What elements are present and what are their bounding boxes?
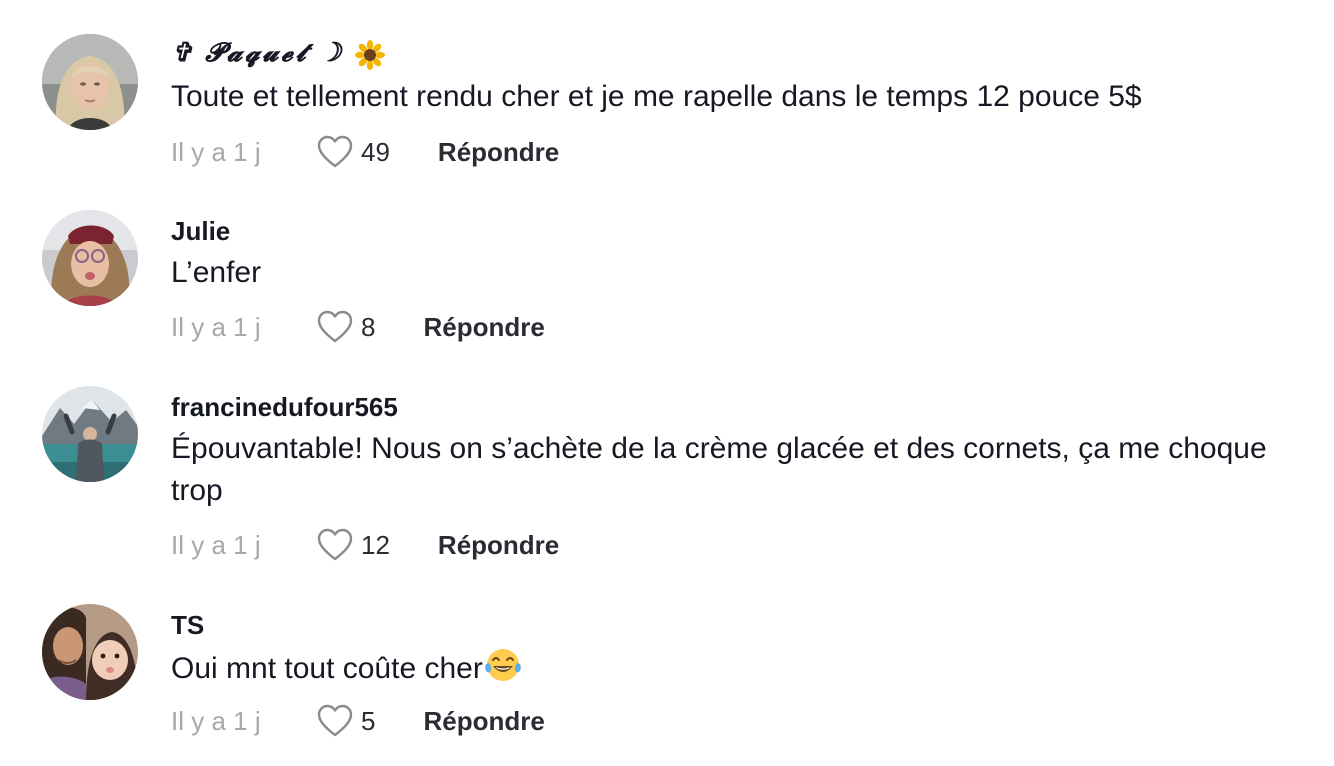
avatar[interactable] [42,604,138,700]
comment-actions: Il y a 1 j 5 Répondre [171,701,545,741]
comment-text: Toute et tellement rendu cher et je me r… [171,80,1142,113]
comment-username[interactable]: francinedufour565 [171,392,398,423]
reply-button[interactable]: Répondre [423,312,544,343]
reply-button[interactable]: Répondre [438,137,559,168]
comment-text: Épouvantable! Nous on s’achète de la crè… [171,432,1267,507]
like-button[interactable]: 5 [317,704,375,738]
heart-icon [317,528,353,561]
comment-actions: Il y a 1 j 8 Répondre [171,307,545,347]
avatar[interactable] [42,34,138,130]
face-with-tears-of-joy-icon [484,646,522,684]
comment-text-body: Oui mnt tout coûte cher [171,652,483,685]
like-button[interactable]: 49 [317,135,390,169]
comment-username[interactable]: ✞ 𝓟𝓪𝓺𝓾𝓮𝓽 ☽ [171,38,385,71]
comment-timestamp: Il y a 1 j [171,136,261,167]
comment-timestamp: Il y a 1 j [171,529,261,560]
avatar-image [42,386,138,482]
like-count: 5 [361,705,376,736]
heart-icon [317,310,353,343]
comment-actions: Il y a 1 j 49 Répondre [171,132,559,172]
avatar[interactable] [42,210,138,306]
like-count: 49 [361,136,390,167]
comment-timestamp: Il y a 1 j [171,705,261,736]
like-button[interactable]: 12 [317,528,390,562]
comment-username[interactable]: TS [171,610,204,641]
heart-icon [317,135,353,168]
like-count: 12 [361,529,390,560]
sunflower-icon [354,40,385,71]
avatar-image [42,604,138,700]
comment-actions: Il y a 1 j 12 Répondre [171,525,559,565]
avatar[interactable] [42,386,138,482]
avatar-image [42,34,138,130]
comment-timestamp: Il y a 1 j [171,311,261,342]
comment-text: L’enfer [171,256,262,289]
comment-text: Oui mnt tout coûte cher [171,646,1291,690]
reply-button[interactable]: Répondre [423,706,544,737]
like-button[interactable]: 8 [317,310,375,344]
avatar-image [42,210,138,306]
username-text[interactable]: ✞ 𝓟𝓪𝓺𝓾𝓮𝓽 ☽ [171,38,345,67]
like-count: 8 [361,311,376,342]
heart-icon [317,704,353,737]
comment-username[interactable]: Julie [171,216,230,247]
reply-button[interactable]: Répondre [438,530,559,561]
